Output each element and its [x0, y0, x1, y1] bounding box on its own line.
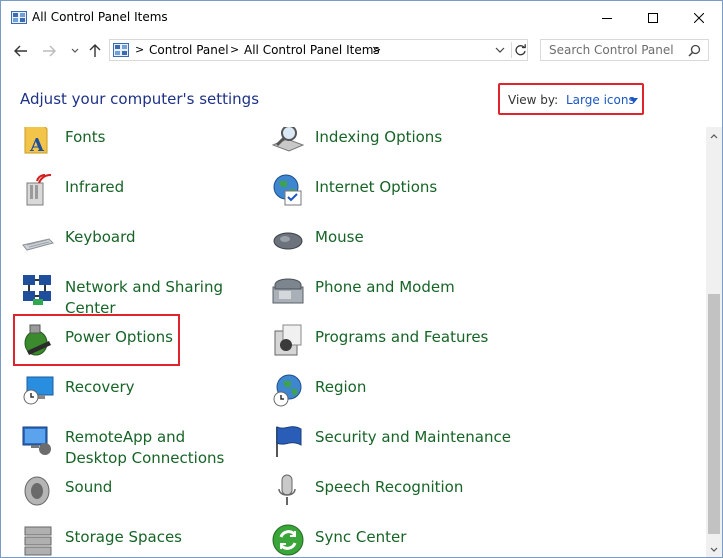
item-sync-center[interactable]: Sync Center	[271, 523, 531, 557]
breadcrumb-separator[interactable]: >	[135, 43, 144, 56]
item-label[interactable]: Sound	[65, 477, 112, 498]
mouse-icon	[273, 232, 303, 250]
view-by-label: View by:	[508, 93, 559, 107]
chevron-down-icon[interactable]	[495, 44, 505, 56]
item-label[interactable]: Network and Sharing Center	[65, 277, 235, 319]
control-panel-icon	[113, 43, 129, 57]
item-phone-modem[interactable]: Phone and Modem	[271, 273, 531, 313]
item-label[interactable]: Phone and Modem	[315, 277, 455, 298]
item-label[interactable]: Indexing Options	[315, 127, 442, 148]
view-by-dropdown[interactable]: Large icons	[566, 93, 635, 107]
item-keyboard[interactable]: Keyboard	[21, 223, 251, 263]
arrow-up-icon	[89, 44, 101, 57]
item-security-maintenance[interactable]: Security and Maintenance	[271, 423, 531, 463]
breadcrumb-separator[interactable]: >	[230, 43, 239, 56]
refresh-icon	[515, 44, 526, 56]
maximize-button[interactable]	[630, 1, 676, 35]
close-icon	[694, 13, 704, 23]
scrollbar-thumb[interactable]	[708, 294, 720, 534]
keyboard-icon	[22, 238, 54, 251]
minimize-button[interactable]	[584, 1, 630, 35]
network-icon	[23, 275, 51, 305]
internet-icon	[273, 174, 302, 206]
region-icon	[273, 374, 302, 407]
fonts-icon: A	[24, 127, 48, 156]
item-label[interactable]: Region	[315, 377, 366, 398]
phone-icon	[272, 278, 304, 304]
item-label[interactable]: Programs and Features	[315, 327, 488, 348]
item-label[interactable]: Fonts	[65, 127, 105, 148]
recovery-icon	[23, 376, 54, 405]
arrow-left-icon	[14, 45, 27, 57]
item-indexing-options[interactable]: Indexing Options	[271, 127, 531, 163]
item-label[interactable]: Mouse	[315, 227, 364, 248]
item-remoteapp[interactable]: RemoteApp and Desktop Connections	[21, 423, 251, 469]
indexing-icon	[271, 127, 305, 152]
flag-icon	[276, 426, 302, 457]
remoteapp-icon	[22, 426, 51, 455]
sync-icon	[272, 524, 304, 556]
refresh-button[interactable]	[511, 42, 528, 58]
close-button[interactable]	[676, 1, 722, 35]
item-label[interactable]: Infrared	[65, 177, 124, 198]
window-title: All Control Panel Items	[32, 10, 168, 24]
address-bar[interactable]: > Control Panel > All Control Panel Item…	[109, 39, 528, 61]
back-button[interactable]	[11, 41, 31, 61]
item-label[interactable]: Speech Recognition	[315, 477, 463, 498]
item-fonts[interactable]: A Fonts	[21, 127, 251, 163]
svg-text:A: A	[29, 135, 45, 156]
title-bar: All Control Panel Items	[1, 1, 722, 35]
item-mouse[interactable]: Mouse	[271, 223, 531, 263]
search-icon[interactable]	[688, 44, 701, 57]
up-button[interactable]	[85, 41, 105, 61]
view-by-control: View by: Large icons	[498, 83, 644, 115]
item-programs-features[interactable]: Programs and Features	[271, 323, 531, 363]
scroll-up-icon[interactable]	[710, 133, 718, 139]
item-internet-options[interactable]: Internet Options	[271, 173, 531, 213]
chevron-down-icon	[71, 48, 79, 53]
breadcrumb-separator[interactable]: >	[372, 43, 381, 56]
forward-button[interactable]	[39, 41, 59, 61]
breadcrumb-control-panel[interactable]: Control Panel	[149, 43, 229, 57]
page-title: Adjust your computer's settings	[20, 90, 260, 108]
item-region[interactable]: Region	[271, 373, 531, 413]
item-network-sharing[interactable]: Network and Sharing Center	[21, 273, 251, 319]
power-options-highlight	[13, 314, 180, 366]
item-label[interactable]: Recovery	[65, 377, 135, 398]
infrared-icon	[26, 174, 52, 206]
vertical-scrollbar[interactable]	[706, 127, 722, 557]
item-storage-spaces[interactable]: Storage Spaces	[21, 523, 251, 557]
control-panel-icon	[11, 11, 27, 24]
maximize-icon	[648, 13, 658, 23]
item-label[interactable]: Storage Spaces	[65, 527, 182, 548]
arrow-right-icon	[43, 45, 56, 57]
search-box[interactable]: Search Control Panel	[540, 39, 709, 61]
control-panel-window: All Control Panel Items > Control Panel …	[0, 0, 723, 558]
item-sound[interactable]: Sound	[21, 473, 251, 513]
programs-icon	[274, 324, 302, 356]
search-input[interactable]: Search Control Panel	[549, 43, 674, 57]
item-recovery[interactable]: Recovery	[21, 373, 251, 413]
item-label[interactable]: Security and Maintenance	[315, 427, 511, 448]
speaker-icon	[24, 476, 50, 506]
breadcrumb-all-items[interactable]: All Control Panel Items	[244, 43, 380, 57]
item-infrared[interactable]: Infrared	[21, 173, 251, 213]
minimize-icon	[602, 18, 612, 19]
caret-down-icon[interactable]	[630, 98, 638, 103]
item-label[interactable]: Internet Options	[315, 177, 437, 198]
item-label[interactable]: Keyboard	[65, 227, 136, 248]
item-label[interactable]: Sync Center	[315, 527, 406, 548]
recent-locations-button[interactable]	[65, 41, 85, 61]
item-label[interactable]: RemoteApp and Desktop Connections	[65, 427, 245, 469]
item-speech-recognition[interactable]: Speech Recognition	[271, 473, 531, 513]
microphone-icon	[278, 474, 296, 505]
scroll-down-icon[interactable]	[710, 547, 718, 553]
storage-icon	[24, 526, 52, 556]
